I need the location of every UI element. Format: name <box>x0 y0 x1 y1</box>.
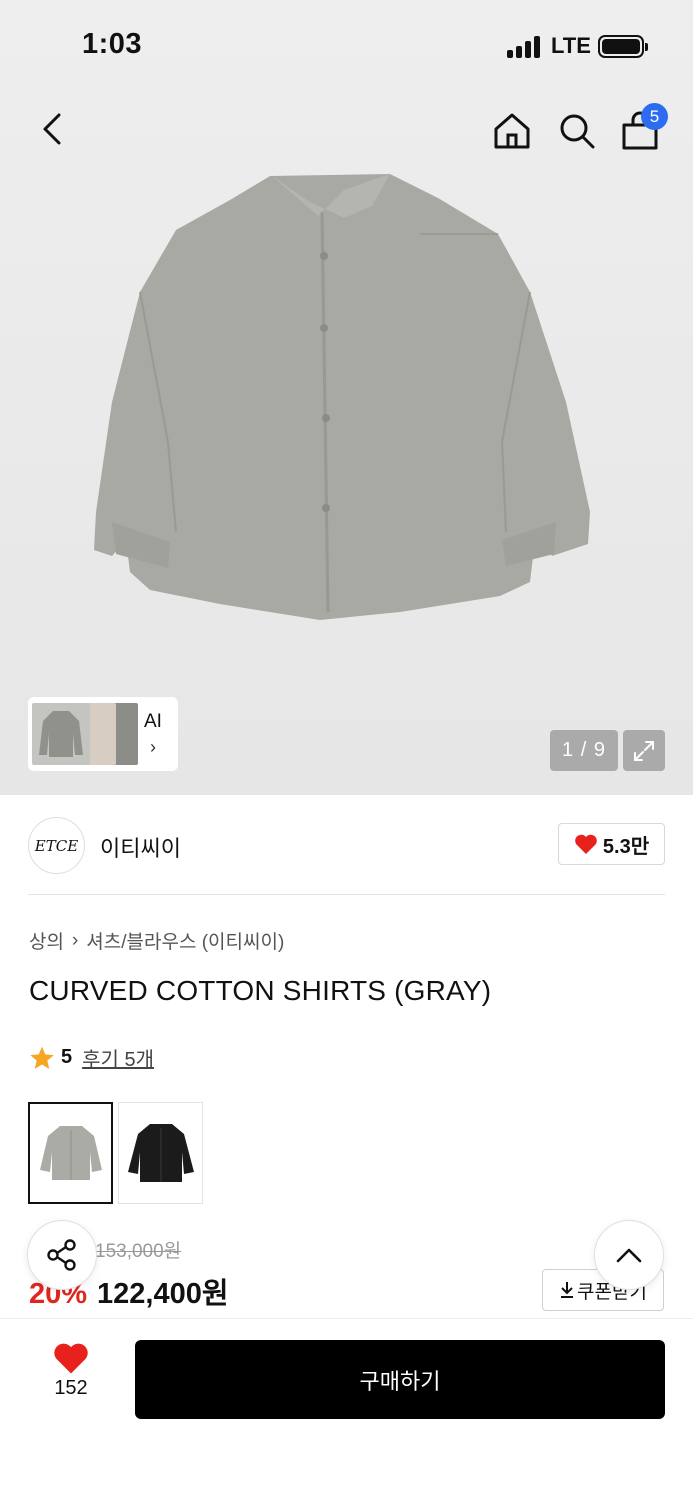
original-price: 153,000원 <box>95 1241 182 1262</box>
download-icon <box>561 1282 574 1298</box>
black-shirt-thumbnail <box>127 1124 194 1182</box>
divider <box>28 894 665 895</box>
chevron-up-icon <box>616 1248 642 1263</box>
ai-label: AI <box>144 710 162 732</box>
breadcrumb: 상의 › 셔츠/블라우스 (이티씨이) <box>29 927 284 954</box>
ai-style-preview[interactable]: AI › <box>28 697 178 771</box>
home-button[interactable] <box>488 107 536 155</box>
search-icon <box>560 114 595 149</box>
brand-row[interactable]: ETCE 이티씨이 5.3만 <box>28 815 665 875</box>
back-icon <box>43 113 61 145</box>
scroll-top-button[interactable] <box>594 1220 664 1290</box>
battery-icon <box>598 35 648 58</box>
review-link[interactable]: 후기 5개 <box>82 1043 154 1072</box>
back-button[interactable] <box>30 107 74 151</box>
rating-score: 5 <box>61 1046 73 1068</box>
expand-button[interactable] <box>623 730 665 771</box>
chevron-right-icon: › <box>71 929 79 951</box>
search-button[interactable] <box>553 107 601 155</box>
wishlist-count: 152 <box>54 1377 88 1399</box>
share-icon <box>47 1239 76 1271</box>
breadcrumb-subcategory[interactable]: 셔츠/블라우스 (이티씨이) <box>86 927 284 954</box>
wishlist-button[interactable]: 152 <box>36 1341 106 1411</box>
signal-icon <box>507 36 543 58</box>
brand-like-count: 5.3만 <box>602 835 650 858</box>
sale-price: 122,400원 <box>97 1278 229 1310</box>
expand-icon <box>634 740 654 761</box>
breadcrumb-category[interactable]: 상의 <box>29 927 64 954</box>
status-bar: 1:03 LTE <box>0 0 693 90</box>
brand-like-button[interactable]: 5.3만 <box>558 823 665 865</box>
gray-shirt-thumbnail <box>39 1126 102 1180</box>
color-option-black[interactable] <box>118 1102 203 1204</box>
network-label: LTE <box>551 33 591 58</box>
heart-icon <box>575 834 597 854</box>
nav-header: 5 <box>0 95 693 165</box>
ai-link[interactable]: AI › <box>144 711 162 758</box>
heart-icon <box>54 1343 88 1374</box>
product-gallery[interactable]: 1:03 LTE 5 AI › 1 / 9 <box>0 0 693 795</box>
product-image <box>94 174 590 620</box>
color-option-gray[interactable] <box>28 1102 113 1204</box>
product-title: CURVED COTTON SHIRTS (GRAY) <box>29 975 492 1006</box>
status-time: 1:03 <box>82 28 143 60</box>
bottom-action-bar: 152 구매하기 <box>0 1318 693 1500</box>
brand-name[interactable]: 이티씨이 <box>100 831 181 863</box>
image-pager: 1 / 9 <box>550 730 618 771</box>
style-thumbnails <box>32 701 140 767</box>
chevron-right-icon: › <box>149 736 156 757</box>
share-button[interactable] <box>27 1220 97 1290</box>
star-icon <box>30 1046 54 1069</box>
cart-button[interactable]: 5 <box>616 103 668 155</box>
home-icon <box>494 113 530 149</box>
buy-button[interactable]: 구매하기 <box>135 1340 665 1419</box>
brand-logo[interactable]: ETCE <box>28 817 85 874</box>
cart-count-badge: 5 <box>641 103 668 130</box>
rating-row: 5 후기 5개 <box>29 1043 154 1072</box>
